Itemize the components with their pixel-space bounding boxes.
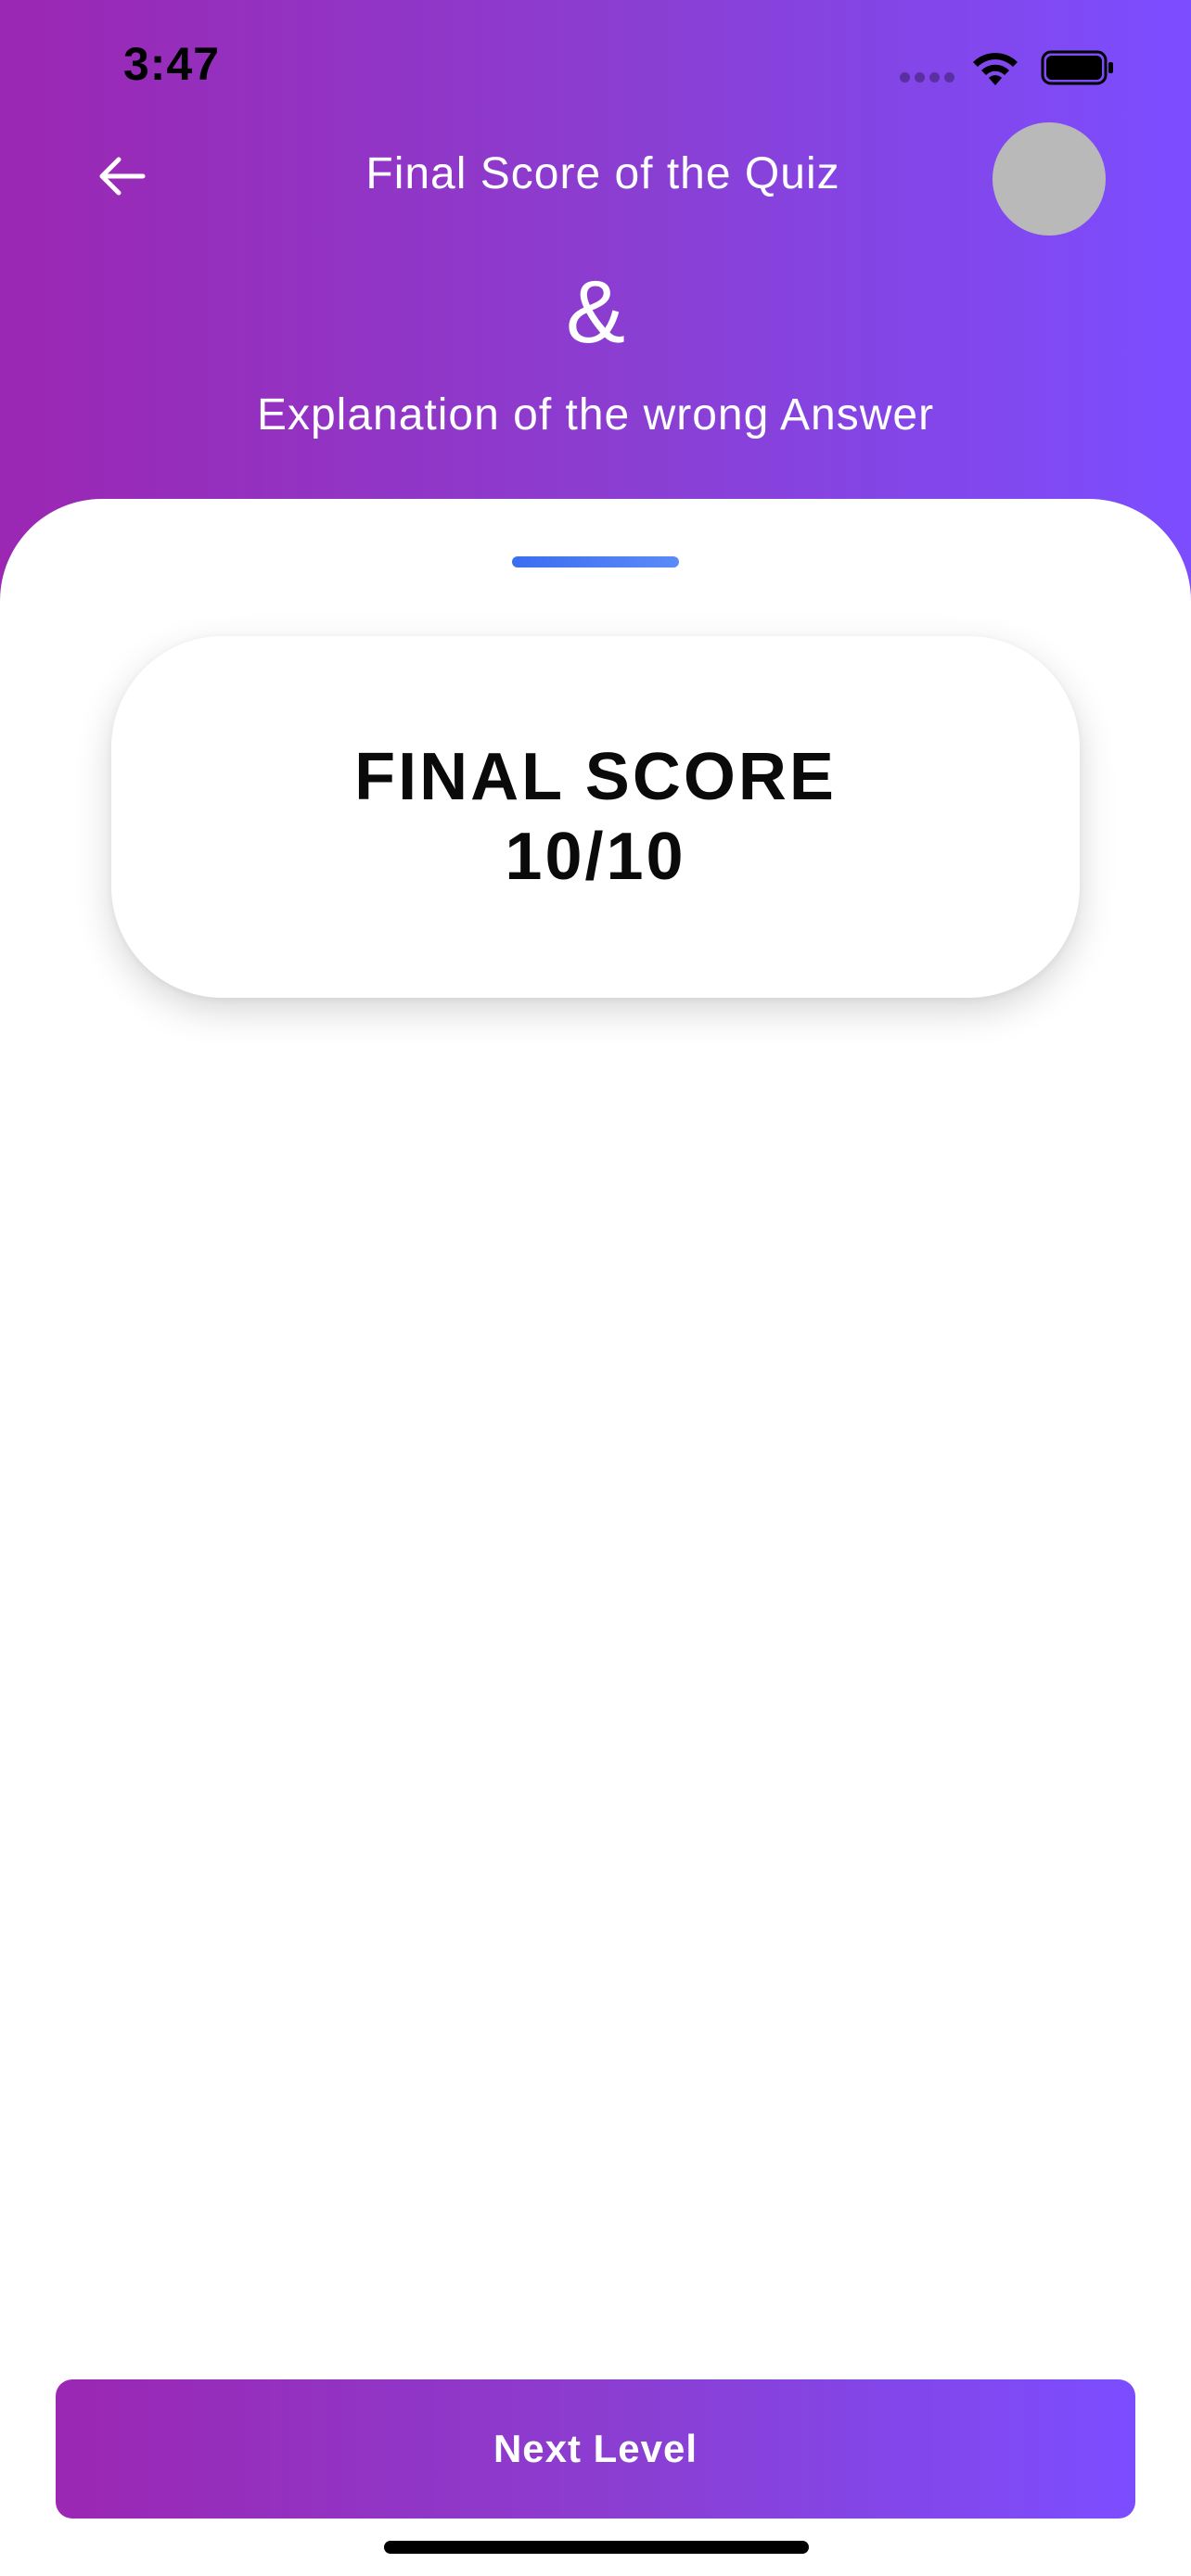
signal-icon [900,72,955,85]
home-indicator [384,2541,809,2554]
page-title: Final Score of the Quiz [365,149,840,198]
final-score-card: FINAL SCORE 10/10 [111,636,1080,998]
quiz-result-screen: 3:47 Final Score of the Quiz & Explanati… [0,0,1191,2576]
status-time: 3:47 [123,38,221,90]
final-score-label: FINAL SCORE [354,740,837,814]
avatar[interactable] [992,122,1106,236]
next-level-button[interactable]: Next Level [56,2379,1135,2519]
arrow-left-icon [99,157,146,196]
final-score-value: 10/10 [505,820,686,894]
battery-icon [1041,50,1113,85]
ampersand-text: & [565,262,626,362]
back-button[interactable] [83,139,158,213]
wifi-icon [973,53,1018,85]
drag-handle[interactable] [512,556,679,567]
page-subtitle: Explanation of the wrong Answer [256,390,935,440]
next-level-label: Next Level [493,2427,698,2470]
